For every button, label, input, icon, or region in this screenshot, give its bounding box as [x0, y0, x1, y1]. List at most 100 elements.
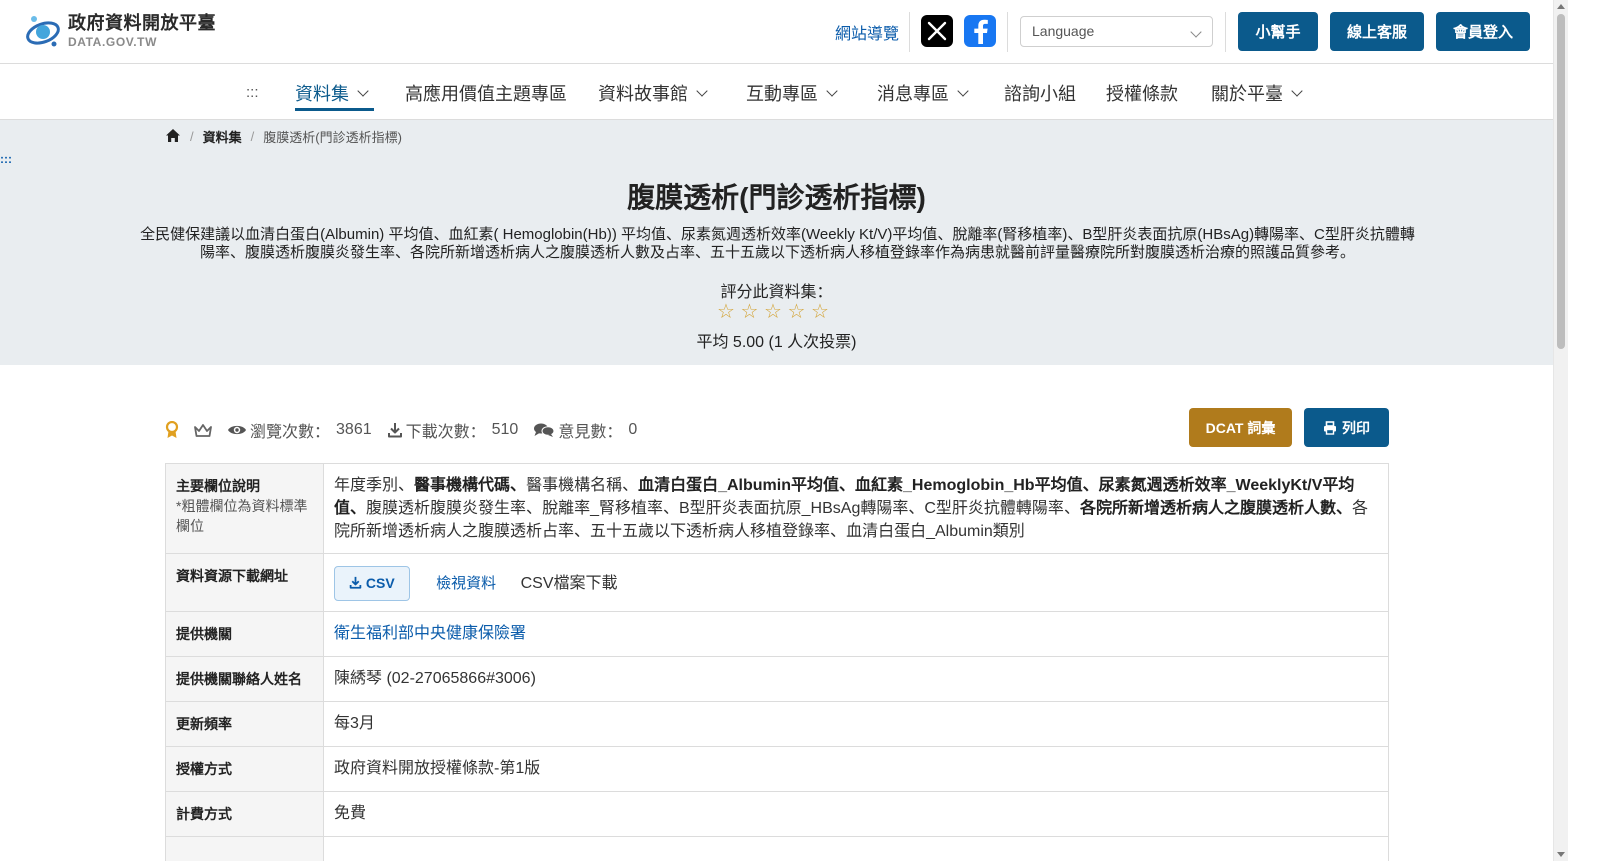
star-icon[interactable]: ☆	[763, 302, 783, 322]
divider	[1225, 12, 1226, 52]
eye-icon	[227, 423, 247, 437]
nav-item-interactive[interactable]: 互動專區	[746, 80, 838, 106]
rating-stars[interactable]: ☆ ☆ ☆ ☆ ☆	[716, 302, 834, 322]
fields-list: 年度季別、醫事機構代碼、醫事機構名稱、血清白蛋白_Albumin平均值、血紅素_…	[324, 464, 1389, 554]
field-separator: 、	[350, 500, 367, 517]
home-icon[interactable]	[165, 128, 181, 146]
table-row: 資料資源下載網址 CSV 檢視資料 CSV檔案下載	[165, 553, 1389, 612]
dataset-info-table: 主要欄位說明 *粗體欄位為資料標準欄位 年度季別、醫事機構代碼、醫事機構名稱、血…	[165, 463, 1389, 861]
fee-label: 計費方式	[165, 791, 324, 837]
scroll-up-arrow-icon[interactable]	[1557, 4, 1565, 9]
field-separator: 、	[510, 477, 527, 494]
license-label: 授權方式	[165, 746, 324, 792]
provider-label: 提供機關	[165, 611, 324, 657]
page-title: 腹膜透析(門診透析指標)	[627, 182, 926, 213]
field-name: 血清白蛋白_Albumin類別	[846, 523, 1025, 540]
scroll-down-arrow-icon[interactable]	[1557, 852, 1565, 857]
language-select[interactable]: Language	[1020, 16, 1213, 47]
field-name: 五十五歲以下透析病人移植登錄率	[590, 523, 831, 540]
nav-item-label: 關於平臺	[1211, 84, 1283, 104]
star-icon[interactable]: ☆	[740, 302, 760, 322]
table-row: 提供機關聯絡人姓名 陳綉琴 (02-27065866#3006)	[165, 656, 1389, 702]
field-name: C型肝炎抗體轉陽率	[924, 500, 1064, 517]
online-service-button[interactable]: 線上客服	[1330, 12, 1424, 51]
logo-title: 政府資料開放平臺	[68, 12, 216, 33]
nav-item-datasets[interactable]: 資料集	[295, 80, 369, 106]
field-separator: 、	[526, 500, 543, 517]
csv-button-label: CSV	[365, 575, 395, 591]
logo-icon	[22, 10, 64, 52]
nav-item-about[interactable]: 關於平臺	[1211, 80, 1303, 106]
logo-subtitle: DATA.GOV.TW	[68, 34, 158, 49]
rating-label: 評分此資料集：	[720, 284, 833, 301]
nav-active-indicator	[295, 108, 374, 111]
field-name: 血清白蛋白_Albumin平均值	[638, 477, 839, 494]
breadcrumb-datasets[interactable]: 資料集	[203, 127, 242, 146]
main-nav: ::: 資料集 高應用價值主題專區 資料故事館 互動專區 消息專區 諮詢小組 授…	[0, 64, 1553, 120]
field-name: B型肝炎表面抗原_HBsAg轉陽率	[678, 500, 909, 517]
star-icon[interactable]: ☆	[787, 302, 807, 322]
chevron-down-icon	[357, 84, 369, 97]
dataset-description: 全民健保建議以血清白蛋白(Albumin) 平均值、血紅素( Hemoglobi…	[140, 226, 1415, 261]
facebook-icon[interactable]	[964, 15, 996, 47]
csv-download-button[interactable]: CSV	[334, 566, 410, 601]
site-logo[interactable]: 政府資料開放平臺 DATA.GOV.TW	[22, 10, 216, 52]
award-icon	[165, 421, 179, 439]
field-separator: 、	[908, 500, 925, 517]
print-button[interactable]: 列印	[1304, 408, 1389, 447]
fields-note: *粗體欄位為資料標準欄位	[176, 498, 308, 534]
field-separator: 、	[662, 500, 679, 517]
divider	[1007, 12, 1008, 52]
star-icon[interactable]: ☆	[716, 302, 736, 322]
table-row: 提供機關 衛生福利部中央健康保險署	[165, 611, 1389, 657]
contact-label: 提供機關聯絡人姓名	[165, 656, 324, 702]
nav-item-label: 高應用價值主題專區	[405, 84, 567, 104]
field-separator: 、	[622, 477, 639, 494]
provider-link[interactable]: 衛生福利部中央健康保險署	[334, 625, 526, 642]
nav-item-label: 消息專區	[877, 84, 949, 104]
view-data-link[interactable]: 檢視資料	[436, 575, 496, 592]
frequency-label: 更新頻率	[165, 701, 324, 747]
language-select-value: Language	[1032, 23, 1095, 39]
helper-button[interactable]: 小幫手	[1238, 12, 1318, 51]
download-url-label: 資料資源下載網址	[165, 553, 324, 612]
nav-item-license[interactable]: 授權條款	[1106, 80, 1178, 106]
field-name: 年度季別	[334, 477, 399, 494]
accesskey-marker[interactable]: :::	[0, 152, 12, 166]
dataset-hero: / 資料集 / 腹膜透析(門診透析指標) ::: 腹膜透析(門診透析指標) 全民…	[0, 120, 1553, 365]
chevron-down-icon	[957, 84, 969, 97]
field-name: 脫離率_腎移植率	[542, 500, 663, 517]
frequency-value: 每3月	[323, 701, 1389, 747]
sitemap-link[interactable]: 網站導覽	[835, 20, 899, 44]
member-login-button[interactable]: 會員登入	[1436, 12, 1530, 51]
nav-item-high-value[interactable]: 高應用價值主題專區	[405, 80, 567, 106]
comments-icon	[533, 422, 555, 438]
nav-menu-marker[interactable]: :::	[246, 84, 259, 101]
downloads-count: 510	[491, 421, 519, 438]
crown-icon	[193, 423, 213, 438]
views-label: 瀏覽次數：	[250, 424, 331, 441]
nav-item-stories[interactable]: 資料故事館	[598, 80, 708, 106]
x-twitter-icon[interactable]	[921, 15, 953, 47]
fields-label: 主要欄位說明	[176, 478, 260, 494]
printer-icon	[1323, 420, 1337, 435]
field-separator: 、	[1063, 500, 1080, 517]
nav-item-label: 諮詢小組	[1004, 84, 1076, 104]
page-scrollbar[interactable]	[1553, 0, 1568, 861]
downloads-label: 下載次數：	[405, 424, 486, 441]
field-name: 醫事機構名稱	[526, 477, 623, 494]
field-separator: 、	[1335, 500, 1352, 517]
scrollbar-thumb[interactable]	[1557, 14, 1565, 349]
field-name: 各院所新增透析病人之腹膜透析人數	[1079, 500, 1336, 517]
table-row: 授權方式 政府資料開放授權條款-第1版	[165, 746, 1389, 792]
dcat-vocabulary-button[interactable]: DCAT 詞彙	[1189, 408, 1292, 447]
comments-label: 意見數：	[558, 424, 623, 441]
table-row: 更新頻率 每3月	[165, 701, 1389, 747]
fee-value: 免費	[323, 791, 1389, 837]
star-icon[interactable]: ☆	[810, 302, 830, 322]
nav-item-news[interactable]: 消息專區	[877, 80, 969, 106]
nav-item-advisory[interactable]: 諮詢小組	[1004, 80, 1076, 106]
views-count: 3861	[336, 421, 372, 438]
field-name: 醫事機構代碼	[414, 477, 511, 494]
nav-item-label: 授權條款	[1106, 84, 1178, 104]
